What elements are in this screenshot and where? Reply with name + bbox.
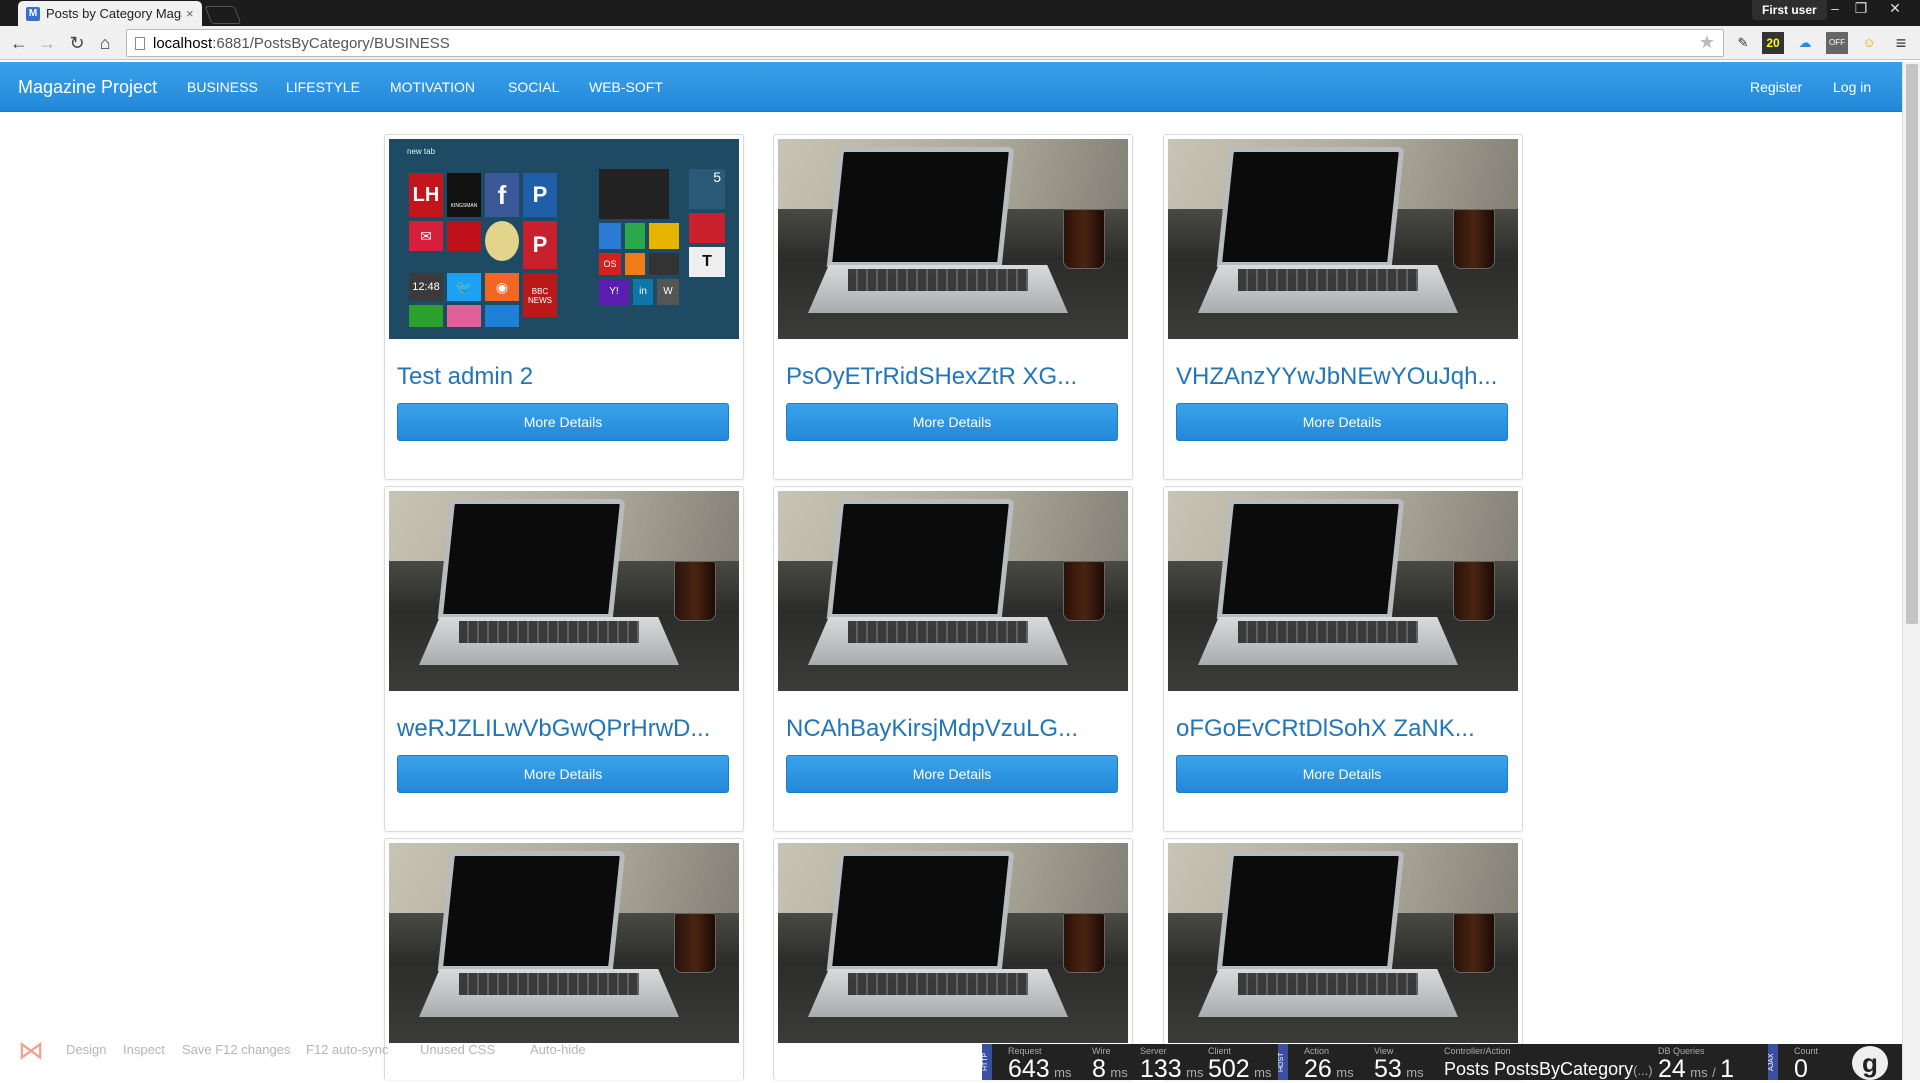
browser-tab[interactable]: M Posts by Category Magaz ×	[18, 1, 202, 26]
glimpse-action: Action 26 ms	[1304, 1046, 1354, 1083]
devbar-save-f12[interactable]: Save F12 changes	[182, 1042, 290, 1057]
glimpse-logo-icon[interactable]: g	[1852, 1046, 1888, 1080]
glimpse-db-queries: DB Queries 24 ms / 1	[1658, 1046, 1735, 1083]
post-title[interactable]: VHZAnzYYwJbNEwYOuJqh...	[1176, 363, 1497, 391]
nav-social[interactable]: SOCIAL	[508, 62, 559, 112]
bookmark-star-icon[interactable]: ★	[1699, 32, 1715, 53]
devbar-auto-hide[interactable]: Auto-hide	[530, 1042, 586, 1057]
post-card: weRJZLILwVbGwQPrHrwD... More Details	[384, 486, 744, 832]
windows8-start-screen-image: new tab LH KINGSMAN f P ✉ P 12:48 🐦 ◉ BB…	[389, 139, 739, 339]
nav-motivation[interactable]: MOTIVATION	[390, 62, 475, 112]
pen-extension-icon[interactable]: ✎	[1732, 32, 1754, 54]
cloud-extension-icon[interactable]: ☁	[1794, 32, 1816, 54]
site-navbar: Magazine Project BUSINESS LIFESTYLE MOTI…	[0, 62, 1902, 112]
home-icon[interactable]: ⌂	[92, 30, 118, 56]
profile-badge[interactable]: First user	[1752, 0, 1827, 20]
laptop-image	[778, 491, 1128, 691]
post-title[interactable]: weRJZLILwVbGwQPrHrwD...	[397, 715, 710, 743]
more-details-button[interactable]: More Details	[397, 403, 729, 441]
post-title[interactable]: NCAhBayKirsjMdpVzuLG...	[786, 715, 1078, 743]
post-thumbnail[interactable]	[1168, 843, 1518, 1043]
glimpse-view: View 53 ms	[1374, 1046, 1424, 1083]
more-details-button[interactable]: More Details	[397, 755, 729, 793]
more-details-button[interactable]: More Details	[1176, 403, 1508, 441]
devbar-f12-auto-sync[interactable]: F12 auto-sync	[306, 1042, 388, 1057]
post-title[interactable]: Test admin 2	[397, 363, 533, 391]
more-details-button[interactable]: More Details	[1176, 755, 1508, 793]
more-details-button[interactable]: More Details	[786, 403, 1118, 441]
post-thumbnail[interactable]	[389, 491, 739, 691]
page-scrollbar[interactable]	[1902, 62, 1920, 1080]
glimpse-wire: Wire 8 ms	[1092, 1046, 1128, 1083]
reload-icon[interactable]: ↻	[64, 30, 90, 56]
devbar-design[interactable]: Design	[66, 1042, 106, 1057]
restore-icon[interactable]: ❐	[1848, 0, 1874, 18]
menu-icon[interactable]: ≡	[1890, 32, 1912, 54]
smiley-extension-icon[interactable]: ☺	[1858, 32, 1880, 54]
post-thumbnail[interactable]	[389, 843, 739, 1043]
devbar-unused-css[interactable]: Unused CSS	[420, 1042, 495, 1057]
post-thumbnail[interactable]	[1168, 491, 1518, 691]
nav-lifestyle[interactable]: LIFESTYLE	[286, 62, 360, 112]
laptop-image	[389, 843, 739, 1043]
devbar-inspect[interactable]: Inspect	[123, 1042, 165, 1057]
glimpse-client: Client 502 ms	[1208, 1046, 1272, 1083]
tab-title: Posts by Category Magaz	[46, 6, 182, 21]
devbar-logo-icon[interactable]: ⋈	[14, 1030, 48, 1070]
glimpse-request: Request 643 ms	[1008, 1046, 1072, 1083]
laptop-image	[1168, 139, 1518, 339]
post-thumbnail[interactable]: new tab LH KINGSMAN f P ✉ P 12:48 🐦 ◉ BB…	[389, 139, 739, 339]
forward-icon[interactable]: →	[34, 30, 60, 56]
glimpse-ajax-tag: AJAX	[1768, 1044, 1778, 1080]
glimpse-host-tag: HOST	[1278, 1044, 1288, 1080]
post-card: PsOyETrRidSHexZtR XG... More Details	[773, 134, 1133, 480]
browser-titlebar: M Posts by Category Magaz × First user –…	[0, 0, 1920, 26]
laptop-image	[1168, 843, 1518, 1043]
url-text: localhost:6881/PostsByCategory/BUSINESS	[153, 34, 450, 52]
laptop-image	[1168, 491, 1518, 691]
post-card: oFGoEvCRtDlSohX ZaNK... More Details	[1163, 486, 1523, 832]
glimpse-http-tag: HTTP	[982, 1044, 992, 1080]
new-tab-button[interactable]	[204, 6, 242, 24]
browser-toolbar: ← → ↻ ⌂ localhost:6881/PostsByCategory/B…	[0, 26, 1920, 60]
post-card: VHZAnzYYwJbNEwYOuJqh... More Details	[1163, 134, 1523, 480]
nav-business[interactable]: BUSINESS	[187, 62, 258, 112]
brand-link[interactable]: Magazine Project	[18, 62, 157, 112]
site-favicon-icon: M	[26, 6, 40, 21]
off-extension-icon[interactable]: OFF	[1826, 32, 1848, 54]
post-card: NCAhBayKirsjMdpVzuLG... More Details	[773, 486, 1133, 832]
minimize-icon[interactable]: –	[1822, 0, 1848, 18]
back-icon[interactable]: ←	[6, 30, 32, 56]
counter-extension-icon[interactable]: 20	[1762, 32, 1784, 54]
nav-web-soft[interactable]: WEB-SOFT	[589, 62, 663, 112]
post-title[interactable]: PsOyETrRidSHexZtR XG...	[786, 363, 1077, 391]
page-icon	[135, 36, 145, 50]
post-card: new tab LH KINGSMAN f P ✉ P 12:48 🐦 ◉ BB…	[384, 134, 744, 480]
scroll-thumb[interactable]	[1906, 64, 1918, 624]
login-link[interactable]: Log in	[1833, 62, 1871, 112]
post-thumbnail[interactable]	[778, 139, 1128, 339]
glimpse-controller: Controller/Action Posts PostsByCategory(.…	[1444, 1046, 1653, 1079]
laptop-image	[778, 843, 1128, 1043]
post-thumbnail[interactable]	[778, 491, 1128, 691]
tab-close-icon[interactable]: ×	[186, 6, 194, 21]
close-window-icon[interactable]: ✕	[1882, 0, 1908, 18]
glimpse-hud[interactable]: HTTP Request 643 ms Wire 8 ms Server 133 ms…	[982, 1044, 1902, 1083]
more-details-button[interactable]: More Details	[786, 755, 1118, 793]
glimpse-ajax-count: Count 0	[1794, 1046, 1819, 1083]
address-bar[interactable]: localhost:6881/PostsByCategory/BUSINESS …	[126, 29, 1724, 57]
laptop-image	[389, 491, 739, 691]
laptop-image	[778, 139, 1128, 339]
post-thumbnail[interactable]	[778, 843, 1128, 1043]
browserlink-devbar: ⋈ Design Inspect Save F12 changes F12 au…	[0, 1030, 620, 1070]
post-title[interactable]: oFGoEvCRtDlSohX ZaNK...	[1176, 715, 1475, 743]
register-link[interactable]: Register	[1750, 62, 1802, 112]
post-thumbnail[interactable]	[1168, 139, 1518, 339]
glimpse-server: Server 133 ms	[1140, 1046, 1204, 1083]
